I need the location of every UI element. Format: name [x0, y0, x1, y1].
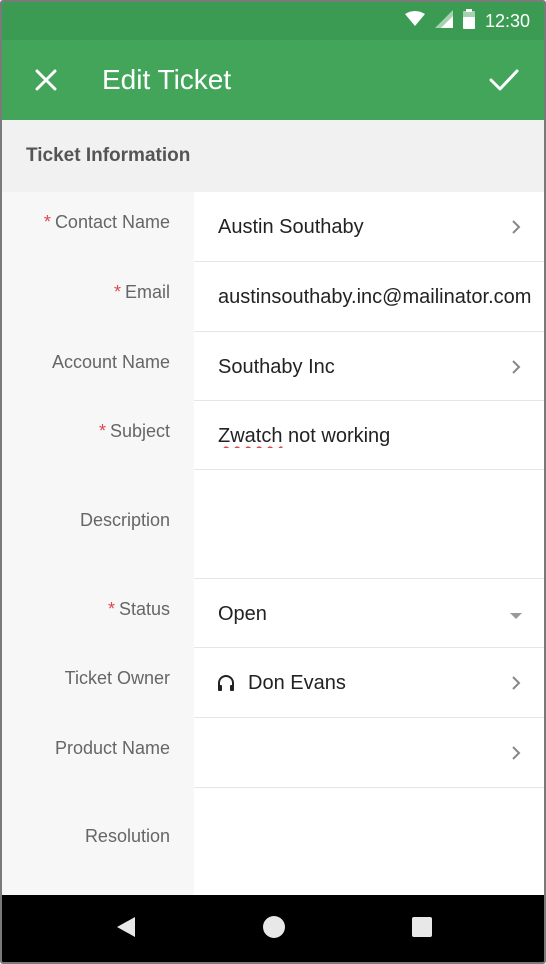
chevron-right-icon — [508, 745, 524, 761]
field-value: Southaby Inc — [218, 356, 335, 378]
recents-button[interactable] — [382, 895, 462, 962]
field-label: * Contact Name — [43, 212, 170, 232]
section-header: Ticket Information — [2, 120, 544, 192]
field-status: * Status Open — [2, 579, 544, 648]
field-value: austinsouthaby.inc@mailinator.com — [218, 286, 532, 308]
field-value: Zwatch not working — [218, 425, 391, 447]
resolution-input[interactable] — [194, 788, 544, 895]
chevron-right-icon — [508, 675, 524, 691]
page-title: Edit Ticket — [102, 64, 232, 95]
save-button[interactable] — [482, 60, 526, 104]
contact-name-input[interactable]: Austin Southaby — [194, 192, 544, 262]
required-marker: * — [113, 282, 121, 302]
check-icon — [489, 68, 519, 97]
required-marker: * — [43, 212, 51, 232]
field-label: Product Name — [54, 738, 170, 758]
signal-icon — [434, 9, 453, 33]
wifi-icon — [404, 10, 425, 32]
field-label: Ticket Owner — [64, 668, 170, 688]
back-button[interactable] — [86, 895, 166, 962]
chevron-right-icon — [508, 359, 524, 375]
ticket-owner-input[interactable]: Don Evans — [194, 648, 544, 718]
field-label: Description — [79, 510, 170, 530]
field-description: Description — [2, 470, 544, 579]
dropdown-arrow-icon — [508, 609, 524, 625]
email-field[interactable]: austinsouthaby.inc@mailinator.com — [194, 262, 544, 332]
required-marker: * — [98, 421, 106, 441]
account-name-input[interactable]: Southaby Inc — [194, 332, 544, 401]
home-circle-icon — [260, 913, 288, 946]
home-button[interactable] — [234, 895, 314, 962]
close-icon — [35, 69, 57, 96]
field-label: Account Name — [51, 352, 170, 372]
recents-square-icon — [411, 916, 433, 943]
field-contact-name: * Contact Name Austin Southaby — [2, 192, 544, 262]
status-bar: 12:30 — [2, 2, 544, 40]
status-time: 12:30 — [484, 10, 530, 31]
headset-icon — [216, 674, 236, 699]
field-label: * Subject — [98, 421, 170, 441]
spellcheck-word: Zwatch — [218, 425, 283, 447]
system-nav-bar — [2, 895, 544, 962]
required-marker: * — [107, 599, 115, 619]
chevron-right-icon — [508, 219, 524, 235]
field-value: Don Evans — [248, 672, 346, 694]
field-label: * Status — [107, 599, 170, 619]
app-frame: 12:30 Edit Ticket Ticket Information * Co… — [0, 0, 546, 964]
description-input[interactable] — [194, 470, 544, 579]
field-resolution: Resolution — [2, 788, 544, 895]
field-account-name: Account Name Southaby Inc — [2, 332, 544, 401]
field-subject: * Subject Zwatch not working — [2, 401, 544, 470]
close-button[interactable] — [24, 60, 68, 104]
field-value: Austin Southaby — [218, 216, 364, 238]
status-select[interactable]: Open — [194, 579, 544, 648]
status-icons: 12:30 — [404, 2, 530, 40]
field-label: Resolution — [84, 826, 170, 846]
field-product-name: Product Name — [2, 718, 544, 788]
field-email: * Email austinsouthaby.inc@mailinator.com — [2, 262, 544, 332]
back-triangle-icon — [115, 915, 137, 944]
section-title: Ticket Information — [26, 145, 191, 166]
field-label: * Email — [113, 282, 170, 302]
product-name-input[interactable] — [194, 718, 544, 788]
battery-icon — [462, 8, 475, 34]
field-ticket-owner: Ticket Owner Don Evans — [2, 648, 544, 718]
field-value: Open — [218, 603, 267, 625]
app-bar: Edit Ticket — [2, 40, 544, 120]
subject-input[interactable]: Zwatch not working — [194, 401, 544, 470]
